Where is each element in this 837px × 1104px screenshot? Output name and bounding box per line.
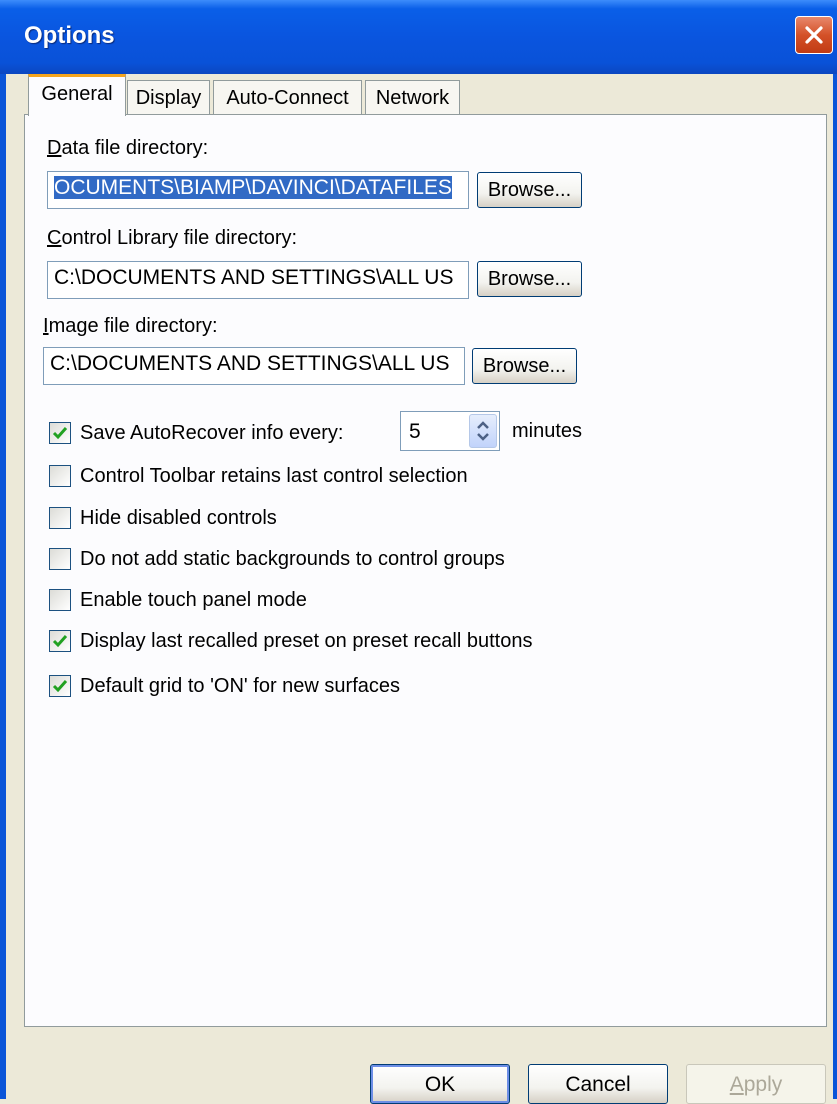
tab-label: Display bbox=[135, 87, 202, 109]
spin-arrows-icon bbox=[477, 421, 489, 441]
tab-network[interactable]: Network bbox=[365, 80, 460, 114]
hide-disabled-controls-checkbox[interactable] bbox=[49, 507, 71, 529]
display-last-preset-checkbox[interactable] bbox=[49, 630, 71, 652]
check-icon bbox=[52, 680, 68, 693]
touch-panel-mode-checkbox[interactable] bbox=[49, 589, 71, 611]
window-border-right bbox=[833, 74, 837, 1099]
toolbar-retains-selection-checkbox[interactable] bbox=[49, 465, 71, 487]
tab-panel-general: Data file directory: OCUMENTS\BIAMP\DAVI… bbox=[24, 114, 827, 1027]
cancel-button[interactable]: Cancel bbox=[528, 1064, 668, 1104]
no-static-backgrounds-label: Do not add static backgrounds to control… bbox=[80, 548, 505, 570]
tab-general[interactable]: General bbox=[28, 74, 126, 116]
no-static-backgrounds-checkbox[interactable] bbox=[49, 548, 71, 570]
image-dir-input[interactable]: C:\DOCUMENTS AND SETTINGS\ALL US bbox=[43, 347, 465, 385]
check-icon bbox=[52, 635, 68, 648]
touch-panel-mode-label: Enable touch panel mode bbox=[80, 589, 307, 611]
display-last-preset-label: Display last recalled preset on preset r… bbox=[80, 630, 533, 652]
autorecover-minutes-value: 5 bbox=[409, 420, 421, 443]
control-lib-dir-label: Control Library file directory: bbox=[47, 227, 298, 249]
autorecover-minutes-spinbox[interactable]: 5 bbox=[400, 411, 500, 451]
tab-label: Network bbox=[375, 87, 450, 109]
check-icon bbox=[52, 427, 68, 440]
window-title: Options bbox=[24, 22, 115, 49]
tab-display[interactable]: Display bbox=[127, 80, 210, 114]
window-border-left bbox=[0, 74, 6, 1099]
default-grid-on-checkbox[interactable] bbox=[49, 675, 71, 697]
tab-label: Auto-Connect bbox=[226, 87, 349, 109]
data-dir-browse-button[interactable]: Browse... bbox=[477, 172, 582, 208]
data-dir-input[interactable]: OCUMENTS\BIAMP\DAVINCI\DATAFILES bbox=[47, 171, 469, 209]
apply-button[interactable]: Apply bbox=[686, 1064, 826, 1104]
options-dialog: Options General Display Auto-Connect Net… bbox=[0, 0, 837, 1104]
image-dir-label: Image file directory: bbox=[43, 315, 218, 337]
close-icon bbox=[805, 26, 823, 44]
title-bar: Options bbox=[0, 0, 837, 74]
ok-button[interactable]: OK bbox=[370, 1064, 510, 1104]
control-lib-dir-input[interactable]: C:\DOCUMENTS AND SETTINGS\ALL US bbox=[47, 261, 469, 299]
hide-disabled-controls-label: Hide disabled controls bbox=[80, 507, 277, 529]
tab-label: General bbox=[41, 83, 113, 105]
close-button[interactable] bbox=[795, 16, 833, 54]
image-dir-browse-button[interactable]: Browse... bbox=[472, 348, 577, 384]
control-lib-dir-browse-button[interactable]: Browse... bbox=[477, 261, 582, 297]
autorecover-unit-label: minutes bbox=[512, 420, 583, 442]
tab-auto-connect[interactable]: Auto-Connect bbox=[213, 80, 362, 114]
default-grid-on-label: Default grid to 'ON' for new surfaces bbox=[80, 675, 400, 697]
autorecover-label: Save AutoRecover info every: bbox=[80, 422, 344, 444]
autorecover-checkbox[interactable] bbox=[49, 422, 71, 444]
data-dir-label: Data file directory: bbox=[47, 137, 209, 159]
toolbar-retains-selection-label: Control Toolbar retains last control sel… bbox=[80, 465, 468, 487]
spin-buttons[interactable] bbox=[469, 414, 497, 448]
